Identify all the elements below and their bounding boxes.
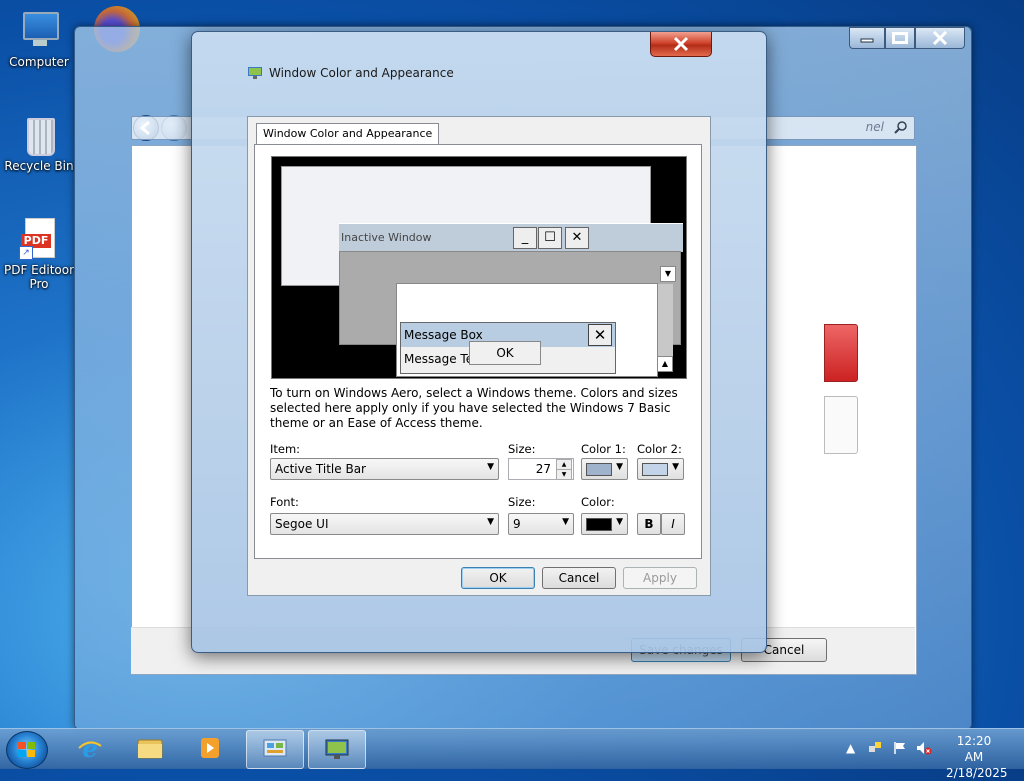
computer-icon bbox=[17, 8, 61, 52]
preview-dropdown-icon: ▼ bbox=[660, 266, 676, 282]
color2-label: Color 2: bbox=[637, 442, 682, 456]
clock-date: 2/18/2025 bbox=[946, 766, 1008, 780]
dialog-title: Window Color and Appearance bbox=[269, 66, 454, 80]
chevron-down-icon: ▼ bbox=[487, 517, 494, 527]
size-label: Size: bbox=[508, 442, 536, 456]
clock-time: 12:20 AM bbox=[956, 734, 992, 764]
font-size-label: Size: bbox=[508, 495, 536, 509]
desktop-icon-recycle-bin[interactable]: Recycle Bin bbox=[0, 112, 78, 173]
preview-message-box: Message Box ✕ Message Text OK bbox=[400, 322, 616, 374]
font-color-label: Color: bbox=[581, 495, 615, 509]
color1-picker[interactable]: ▼ bbox=[581, 458, 628, 480]
taskbar-file-explorer[interactable] bbox=[122, 730, 178, 767]
preview-inactive-window-titlebar: Inactive Window _ ☐ ✕ bbox=[339, 223, 683, 252]
folder-icon bbox=[137, 739, 163, 759]
dialog-close-button[interactable] bbox=[650, 32, 712, 57]
search-placeholder: nel bbox=[865, 120, 884, 134]
taskbar-media-player[interactable] bbox=[182, 730, 238, 767]
chevron-down-icon: ▼ bbox=[616, 517, 623, 527]
volume-muted-icon[interactable] bbox=[916, 741, 932, 755]
desktop-icon-computer[interactable]: Computer bbox=[0, 8, 78, 69]
preview-scroll-up-icon: ▲ bbox=[657, 356, 673, 372]
preview-close-icon: ✕ bbox=[565, 227, 589, 249]
recycle-bin-icon bbox=[17, 112, 61, 156]
preview-message-box-close-icon: ✕ bbox=[588, 324, 612, 346]
show-hidden-icons-icon[interactable]: ▲ bbox=[846, 741, 855, 755]
network-icon[interactable] bbox=[868, 741, 882, 755]
cancel-button[interactable]: Cancel bbox=[542, 567, 616, 589]
display-icon bbox=[248, 67, 262, 79]
font-size-dropdown[interactable]: 9 ▼ bbox=[508, 513, 574, 535]
apply-button[interactable]: Apply bbox=[623, 567, 697, 589]
svg-text:e: e bbox=[82, 736, 97, 760]
internet-explorer-icon: e bbox=[78, 736, 102, 760]
preview-inactive-title: Inactive Window bbox=[341, 231, 432, 244]
font-size-value: 9 bbox=[513, 517, 521, 531]
tab-panel: Inactive Window _ ☐ ✕ ▼ ▲ Message Box ✕ bbox=[254, 144, 702, 559]
desktop-icon-pdf-editor[interactable]: PDF ↗ PDF Editoor Pro bbox=[0, 216, 78, 291]
font-dropdown[interactable]: Segoe UI ▼ bbox=[270, 513, 499, 535]
preview-maximize-icon: ☐ bbox=[538, 227, 562, 249]
spin-down-icon[interactable]: ▼ bbox=[556, 469, 572, 480]
start-button[interactable] bbox=[6, 731, 48, 769]
dialog-body: Window Color and Appearance Inactive Win… bbox=[247, 116, 711, 596]
item-label: Item: bbox=[270, 442, 301, 456]
desktop-icon-label: PDF Editoor Pro bbox=[3, 263, 75, 291]
font-label: Font: bbox=[270, 495, 299, 509]
display-icon bbox=[325, 739, 349, 759]
taskbar-control-panel[interactable] bbox=[246, 730, 304, 769]
close-button[interactable] bbox=[915, 27, 965, 49]
color2-picker[interactable]: ▼ bbox=[637, 458, 684, 480]
pdf-icon: PDF ↗ bbox=[17, 216, 61, 260]
preview-minimize-icon: _ bbox=[513, 227, 537, 249]
control-panel-icon bbox=[263, 739, 287, 757]
desktop-icon-label: Computer bbox=[9, 55, 69, 69]
color-swatch-red[interactable] bbox=[824, 324, 858, 382]
item-dropdown[interactable]: Active Title Bar ▼ bbox=[270, 458, 499, 480]
size-value: 27 bbox=[535, 462, 551, 476]
maximize-button[interactable] bbox=[885, 27, 915, 49]
media-player-icon bbox=[201, 738, 219, 758]
maximize-icon bbox=[892, 32, 908, 44]
ok-button[interactable]: OK bbox=[461, 567, 535, 589]
color-swatch-white[interactable] bbox=[824, 396, 858, 454]
color2-swatch bbox=[642, 463, 668, 476]
tab-window-color-appearance[interactable]: Window Color and Appearance bbox=[256, 123, 440, 144]
color1-label: Color 1: bbox=[581, 442, 626, 456]
minimize-icon bbox=[860, 38, 874, 43]
close-icon bbox=[932, 31, 948, 45]
font-color-swatch bbox=[586, 518, 612, 531]
item-dropdown-value: Active Title Bar bbox=[275, 462, 366, 476]
chevron-down-icon: ▼ bbox=[672, 462, 679, 472]
minimize-button[interactable] bbox=[849, 27, 885, 49]
chevron-down-icon: ▼ bbox=[562, 517, 569, 527]
preview-ok-button: OK bbox=[469, 341, 541, 365]
action-center-flag-icon[interactable] bbox=[893, 741, 907, 755]
search-icon bbox=[894, 121, 907, 134]
preview-message-box-title: Message Box bbox=[404, 328, 483, 342]
window-color-appearance-dialog: Window Color and Appearance Window Color… bbox=[191, 31, 767, 653]
chevron-down-icon: ▼ bbox=[487, 462, 494, 472]
windows-logo-icon bbox=[18, 742, 35, 757]
description-text: To turn on Windows Aero, select a Window… bbox=[270, 386, 678, 430]
taskbar-internet-explorer[interactable]: e bbox=[62, 730, 118, 767]
appearance-preview[interactable]: Inactive Window _ ☐ ✕ ▼ ▲ Message Box ✕ bbox=[271, 156, 687, 379]
size-spinner[interactable]: 27 ▲ ▼ bbox=[508, 458, 574, 480]
taskbar-window-color[interactable] bbox=[308, 730, 366, 769]
italic-button[interactable]: I bbox=[661, 513, 685, 535]
font-dropdown-value: Segoe UI bbox=[275, 517, 329, 531]
bold-button[interactable]: B bbox=[637, 513, 661, 535]
close-icon bbox=[673, 36, 689, 52]
system-clock[interactable]: 12:20 AM 2/18/2025 bbox=[946, 733, 1008, 781]
desktop-icon-label: Recycle Bin bbox=[4, 159, 74, 173]
preview-scrollbar: ▲ bbox=[657, 284, 673, 372]
color1-swatch bbox=[586, 463, 612, 476]
font-color-picker[interactable]: ▼ bbox=[581, 513, 628, 535]
window-caption-buttons bbox=[849, 27, 965, 49]
chevron-down-icon: ▼ bbox=[616, 462, 623, 472]
